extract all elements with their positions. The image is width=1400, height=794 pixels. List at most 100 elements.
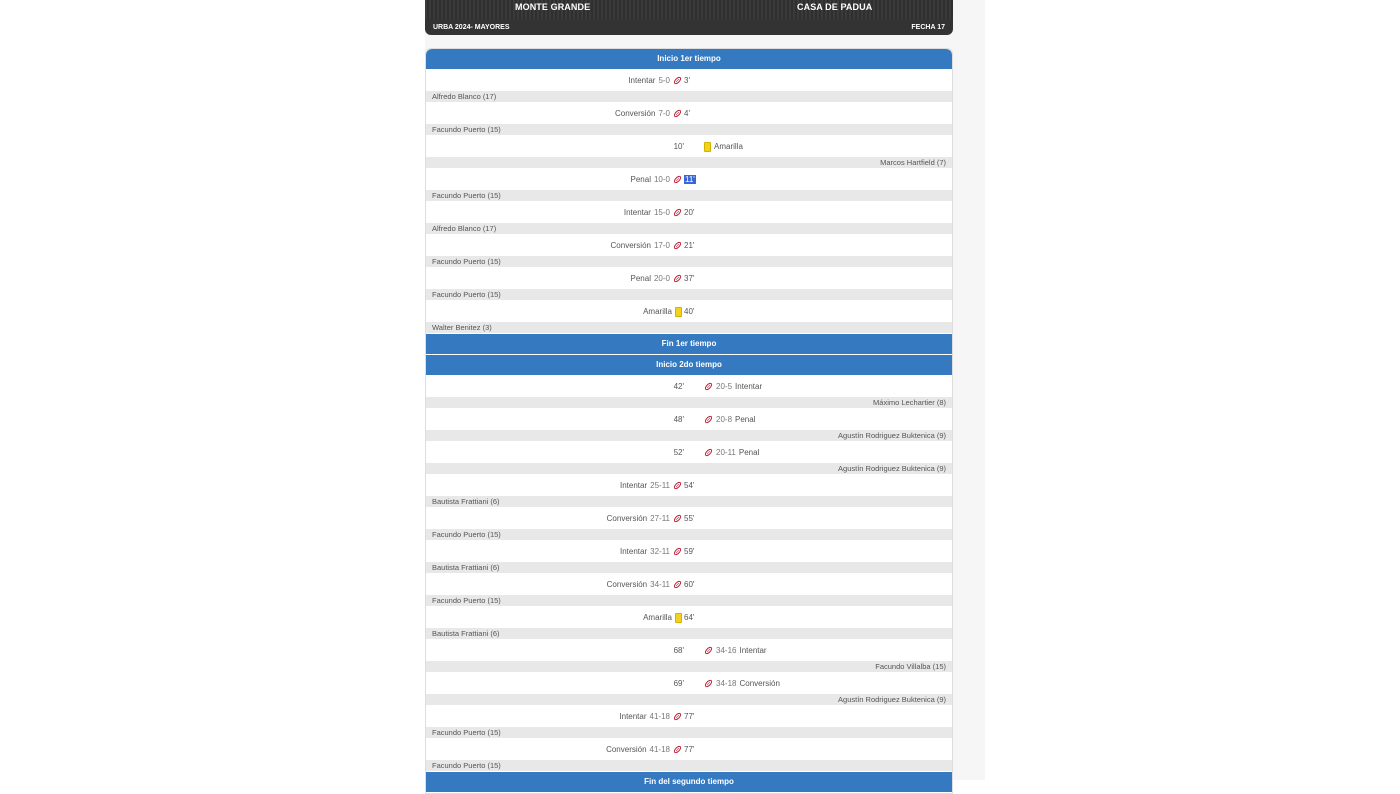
event-type: Penal	[738, 448, 760, 457]
event-row: 69' 34-18 Conversión Agustín Rodriguez Bukt…	[426, 673, 952, 706]
rugby-ball-icon	[673, 274, 682, 283]
event-player[interactable]: Máximo Lechartier (8)	[426, 397, 952, 408]
event-player[interactable]: Alfredo Blanco (17)	[426, 91, 952, 102]
event-minute-wrap: 20'	[684, 202, 694, 223]
event-player[interactable]: Facundo Puerto (15)	[426, 256, 952, 267]
event-minute: 11'	[684, 175, 696, 184]
event-player[interactable]: Facundo Puerto (15)	[426, 529, 952, 540]
event-player[interactable]: Bautista Frattiani (6)	[426, 496, 952, 507]
home-event-detail: Conversión 7-0	[615, 103, 682, 124]
event-score: 17-0	[653, 241, 670, 250]
match-header: MONTE GRANDE CASA DE PADUA URBA 2024- MA…	[425, 0, 953, 35]
event-player[interactable]: Agustín Rodriguez Buktenica (9)	[426, 430, 952, 441]
event-row: 48' 20-8 Penal Agustín Rodriguez Buktenica …	[426, 409, 952, 442]
event-score: 5-0	[658, 76, 670, 85]
event-row: Intentar 25-11 54' Bautista Frattiani (6)	[426, 475, 952, 508]
event-minute-wrap: 3'	[684, 70, 690, 91]
event-main: Conversión 34-11 60'	[426, 574, 952, 595]
event-minute-wrap: 48'	[674, 409, 684, 430]
event-minute: 69'	[673, 679, 684, 688]
event-row: 10' Amarilla Marcos Hartfield (7)	[426, 136, 952, 169]
event-row: Amarilla 64' Bautista Frattiani (6)	[426, 607, 952, 640]
event-player[interactable]: Facundo Puerto (15)	[426, 595, 952, 606]
event-main: Conversión 17-0 21'	[426, 235, 952, 256]
rugby-ball-icon	[704, 448, 713, 457]
event-minute: 48'	[673, 415, 684, 424]
event-minute-wrap: 40'	[684, 301, 694, 322]
rugby-ball-icon	[704, 382, 713, 391]
event-row: 42' 20-5 Intentar Máximo Lechartier (8)	[426, 376, 952, 409]
away-event-detail: Amarilla	[704, 136, 743, 157]
first-half-events: Intentar 5-0 3' Alfredo Blanco (17) Conversi…	[426, 70, 952, 334]
event-minute: 37'	[684, 274, 695, 283]
event-player[interactable]: Agustín Rodriguez Buktenica (9)	[426, 463, 952, 474]
event-row: Intentar 41-18 77' Facundo Puerto (15)	[426, 706, 952, 739]
event-type: Conversión	[739, 679, 780, 688]
event-minute-wrap: 68'	[674, 640, 684, 661]
away-event-detail: 20-11 Penal	[704, 442, 759, 463]
event-minute-wrap: 11'	[684, 169, 696, 190]
event-minute: 4'	[684, 109, 690, 118]
event-row: Amarilla 40' Walter Benitez (3)	[426, 301, 952, 334]
section-end-first-half: Fin 1er tiempo	[426, 334, 952, 355]
event-type: Intentar	[619, 712, 647, 721]
event-type: Amarilla	[643, 307, 672, 316]
event-score: 34-16	[716, 646, 737, 655]
event-player[interactable]: Facundo Puerto (15)	[426, 124, 952, 135]
event-score: 34-11	[650, 580, 670, 589]
event-player[interactable]: Bautista Frattiani (6)	[426, 562, 952, 573]
event-player[interactable]: Facundo Puerto (15)	[426, 289, 952, 300]
home-event-detail: Penal 10-0	[631, 169, 682, 190]
event-row: Conversión 7-0 4' Facundo Puerto (15)	[426, 103, 952, 136]
rugby-ball-icon	[704, 415, 713, 424]
event-row: Conversión 17-0 21' Facundo Puerto (15)	[426, 235, 952, 268]
section-start-first-half: Inicio 1er tiempo	[426, 49, 952, 70]
event-minute-wrap: 4'	[684, 103, 690, 124]
event-minute: 77'	[684, 745, 695, 754]
event-row: Intentar 5-0 3' Alfredo Blanco (17)	[426, 70, 952, 103]
rugby-ball-icon	[673, 208, 682, 217]
event-score: 27-11	[650, 514, 670, 523]
event-minute-wrap: 69'	[674, 673, 684, 694]
event-minute: 52'	[673, 448, 684, 457]
event-player[interactable]: Agustín Rodriguez Buktenica (9)	[426, 694, 952, 705]
event-minute-wrap: 42'	[674, 376, 684, 397]
event-minute: 55'	[684, 514, 695, 523]
rugby-ball-icon	[673, 76, 682, 85]
event-row: Intentar 32-11 59' Bautista Frattiani (6)	[426, 541, 952, 574]
event-player[interactable]: Facundo Puerto (15)	[426, 727, 952, 738]
event-minute: 60'	[684, 580, 695, 589]
event-player[interactable]: Walter Benitez (3)	[426, 322, 952, 333]
event-row: 52' 20-11 Penal Agustín Rodriguez Buktenica…	[426, 442, 952, 475]
section-start-second-half: Inicio 2do tiempo	[426, 355, 952, 376]
home-event-detail: Conversión 34-11	[607, 574, 682, 595]
event-player[interactable]: Alfredo Blanco (17)	[426, 223, 952, 234]
match-container: MONTE GRANDE CASA DE PADUA URBA 2024- MA…	[425, 0, 953, 794]
away-event-detail: 34-18 Conversión	[704, 673, 780, 694]
tournament-label: URBA 2024- MAYORES	[433, 23, 510, 31]
event-main: Intentar 25-11 54'	[426, 475, 952, 496]
event-main: Intentar 41-18 77'	[426, 706, 952, 727]
home-event-detail: Intentar 41-18	[619, 706, 682, 727]
event-player[interactable]: Facundo Villalba (15)	[426, 661, 952, 672]
event-player[interactable]: Marcos Hartfield (7)	[426, 157, 952, 168]
event-main: Intentar 5-0 3'	[426, 70, 952, 91]
event-minute-wrap: 52'	[674, 442, 684, 463]
home-event-detail: Amarilla	[643, 607, 682, 628]
away-team-name[interactable]: CASA DE PADUA	[797, 2, 872, 12]
event-player[interactable]: Facundo Puerto (15)	[426, 760, 952, 771]
event-main: 48' 20-8 Penal	[426, 409, 952, 430]
event-main: 42' 20-5 Intentar	[426, 376, 952, 397]
rugby-ball-icon	[673, 745, 682, 754]
event-type: Intentar	[628, 76, 656, 85]
event-type: Conversión	[606, 745, 647, 754]
event-player[interactable]: Facundo Puerto (15)	[426, 190, 952, 201]
home-team-name[interactable]: MONTE GRANDE	[515, 2, 590, 12]
event-score: 20-0	[653, 274, 670, 283]
event-type: Penal	[630, 274, 651, 283]
event-minute-wrap: 55'	[684, 508, 694, 529]
event-player[interactable]: Bautista Frattiani (6)	[426, 628, 952, 639]
event-main: Conversión 41-18 77'	[426, 739, 952, 760]
event-main: Intentar 32-11 59'	[426, 541, 952, 562]
away-event-detail: 20-8 Penal	[704, 409, 755, 430]
